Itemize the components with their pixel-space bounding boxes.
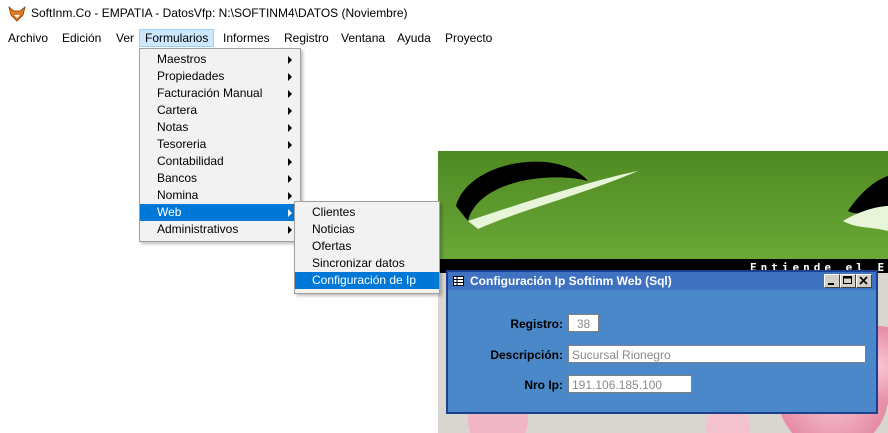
menu-item-label: Web <box>157 205 182 219</box>
menu-informes[interactable]: Informes <box>218 30 275 46</box>
fox-app-icon <box>8 6 26 22</box>
submenu-arrow-icon <box>288 209 292 217</box>
menu-item-label: Administrativos <box>157 222 239 236</box>
menu-item-label: Propiedades <box>157 69 225 83</box>
title-bar: SoftInm.Co - EMPATIA - DatosVfp: N:\SOFT… <box>0 0 888 28</box>
menu-item-label: Bancos <box>157 171 198 185</box>
menu-item-nomina[interactable]: Nomina <box>140 187 300 204</box>
menu-item-label: Configuración de Ip <box>312 273 417 287</box>
close-button[interactable] <box>856 274 872 288</box>
menu-item-ofertas[interactable]: Ofertas <box>295 238 439 255</box>
menu-bar: Archivo Edición Ver Formularios Informes… <box>0 28 888 48</box>
menu-item-label: Sincronizar datos <box>312 256 405 270</box>
menu-ver[interactable]: Ver <box>111 30 139 46</box>
menu-item-label: Maestros <box>157 52 207 66</box>
table-icon <box>453 276 464 286</box>
descripcion-field[interactable]: Sucursal Rionegro <box>568 345 866 363</box>
formularios-dropdown: Maestros Propiedades Facturación Manual … <box>139 48 301 242</box>
menu-formularios[interactable]: Formularios <box>139 29 215 47</box>
submenu-arrow-icon <box>288 158 292 166</box>
menu-item-label: Clientes <box>312 205 356 219</box>
menu-item-propiedades[interactable]: Propiedades <box>140 68 300 85</box>
menu-item-administrativos[interactable]: Administrativos <box>140 221 300 238</box>
web-submenu: Clientes Noticias Ofertas Sincronizar da… <box>294 201 440 294</box>
maximize-icon <box>843 276 852 284</box>
menu-item-contabilidad[interactable]: Contabilidad <box>140 153 300 170</box>
menu-item-cartera[interactable]: Cartera <box>140 102 300 119</box>
registro-label: Registro: <box>510 317 563 331</box>
menu-item-label: Notas <box>157 120 189 134</box>
submenu-arrow-icon <box>288 56 292 64</box>
menu-item-label: Nomina <box>157 188 199 202</box>
dialog-title: Configuración Ip Softinm Web (Sql) <box>470 274 672 288</box>
dialog-form: Registro: 38 Descripción: Sucursal Rione… <box>448 290 876 412</box>
submenu-arrow-icon <box>288 73 292 81</box>
submenu-arrow-icon <box>288 107 292 115</box>
menu-ventana[interactable]: Ventana <box>336 30 390 46</box>
submenu-arrow-icon <box>288 141 292 149</box>
menu-archivo[interactable]: Archivo <box>3 30 53 46</box>
nro-ip-field[interactable]: 191.106.185.100 <box>568 375 692 393</box>
menu-item-label: Tesoreria <box>157 137 207 151</box>
menu-item-label: Facturación Manual <box>157 86 263 100</box>
menu-registro[interactable]: Registro <box>279 30 334 46</box>
menu-item-label: Cartera <box>157 103 198 117</box>
submenu-arrow-icon <box>288 226 292 234</box>
menu-item-bancos[interactable]: Bancos <box>140 170 300 187</box>
menu-item-configuracion-ip[interactable]: Configuración de Ip <box>295 272 439 289</box>
descripcion-label: Descripción: <box>490 348 563 362</box>
registro-field[interactable]: 38 <box>568 314 599 332</box>
maximize-button[interactable] <box>840 274 856 288</box>
minimize-icon <box>828 283 834 285</box>
menu-item-maestros[interactable]: Maestros <box>140 51 300 68</box>
menu-ayuda[interactable]: Ayuda <box>392 30 436 46</box>
submenu-arrow-icon <box>288 90 292 98</box>
submenu-arrow-icon <box>288 175 292 183</box>
menu-item-facturacion-manual[interactable]: Facturación Manual <box>140 85 300 102</box>
submenu-arrow-icon <box>288 124 292 132</box>
menu-item-noticias[interactable]: Noticias <box>295 221 439 238</box>
close-icon <box>859 276 868 285</box>
menu-item-label: Contabilidad <box>157 154 224 168</box>
menu-item-sincronizar-datos[interactable]: Sincronizar datos <box>295 255 439 272</box>
menu-proyecto[interactable]: Proyecto <box>440 30 497 46</box>
menu-item-tesoreria[interactable]: Tesoreria <box>140 136 300 153</box>
menu-item-notas[interactable]: Notas <box>140 119 300 136</box>
dialog-title-bar[interactable]: Configuración Ip Softinm Web (Sql) <box>448 272 876 290</box>
nro-ip-label: Nro Ip: <box>524 378 563 392</box>
config-ip-dialog: Configuración Ip Softinm Web (Sql) Regis… <box>446 270 878 414</box>
menu-item-web[interactable]: Web <box>140 204 300 221</box>
menu-item-clientes[interactable]: Clientes <box>295 204 439 221</box>
menu-item-label: Ofertas <box>312 239 352 253</box>
submenu-arrow-icon <box>288 192 292 200</box>
menu-item-label: Noticias <box>312 222 355 236</box>
minimize-button[interactable] <box>824 274 840 288</box>
menu-edicion[interactable]: Edición <box>57 30 106 46</box>
window-title: SoftInm.Co - EMPATIA - DatosVfp: N:\SOFT… <box>31 6 408 20</box>
